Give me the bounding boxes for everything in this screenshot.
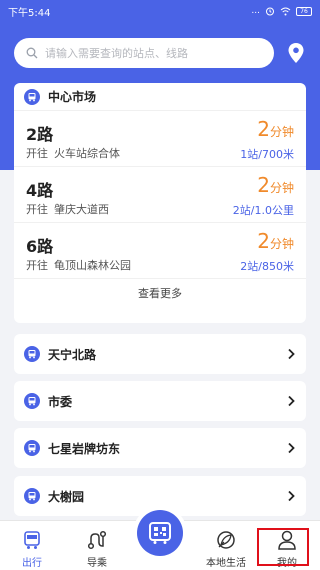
- route-item[interactable]: 2路 开往 火车站综合体 2分钟 1站/700米: [14, 111, 306, 167]
- route-item[interactable]: 6路 开往 龟顶山森林公园 2分钟 2站/850米: [14, 223, 306, 279]
- status-bar: 下午5:44 ... 76: [0, 0, 320, 22]
- chevron-right-icon: [288, 442, 295, 454]
- station-name: 市委: [48, 394, 73, 409]
- battery-icon: 76: [296, 6, 312, 16]
- bus-stop-icon: [24, 88, 40, 105]
- station-card[interactable]: 天宁北路: [14, 334, 306, 374]
- nearby-station-card: 中心市场 2路 开往 火车站综合体 2分钟 1站/700米 4路 开往 肇庆大道西 …: [14, 83, 306, 323]
- bus-stop-icon: [24, 440, 40, 456]
- chevron-right-icon: [288, 490, 295, 502]
- tab-label: 出行: [22, 558, 42, 569]
- tab-guide[interactable]: 导乘: [67, 521, 127, 570]
- route-destination: 火车站综合体: [54, 147, 120, 160]
- tab-local-life[interactable]: 本地生活: [196, 521, 256, 570]
- bus-stop-icon: [24, 488, 40, 504]
- route-item[interactable]: 4路 开往 肇庆大道西 2分钟 2站/1.0公里: [14, 167, 306, 223]
- bus-code-button[interactable]: [137, 510, 183, 556]
- view-more-button[interactable]: 查看更多: [14, 279, 306, 307]
- alarm-icon: [266, 7, 274, 16]
- bus-stop-icon: [24, 346, 40, 362]
- route-eta: 2分钟: [257, 173, 294, 197]
- route-name: 6路: [26, 237, 54, 256]
- station-name: 天宁北路: [48, 347, 97, 362]
- route-go-prefix: 开往: [26, 203, 48, 216]
- bus-stop-icon: [24, 393, 40, 409]
- route-distance: 2站/1.0公里: [232, 204, 294, 217]
- station-card[interactable]: 七星岩牌坊东: [14, 428, 306, 468]
- status-time: 下午5:44: [8, 7, 51, 19]
- search-bar[interactable]: [14, 38, 274, 68]
- route-name: 4路: [26, 181, 54, 200]
- nearby-station-header[interactable]: 中心市场: [14, 83, 306, 111]
- route-destination: 龟顶山森林公园: [54, 259, 131, 272]
- route-guide-icon: [87, 530, 107, 550]
- route-distance: 2站/850米: [240, 260, 294, 273]
- station-card[interactable]: 市委: [14, 381, 306, 421]
- chevron-right-icon: [288, 395, 295, 407]
- route-destination: 肇庆大道西: [54, 203, 109, 216]
- wifi-icon: [280, 7, 291, 15]
- route-go-prefix: 开往: [26, 259, 48, 272]
- route-name: 2路: [26, 125, 54, 144]
- search-icon: [26, 47, 38, 59]
- route-eta: 2分钟: [257, 229, 294, 253]
- route-go-prefix: 开往: [26, 147, 48, 160]
- status-dots: ...: [251, 6, 260, 16]
- nearby-station-name: 中心市场: [48, 90, 97, 104]
- bus-tab-icon: [24, 531, 40, 549]
- route-distance: 1站/700米: [240, 148, 294, 161]
- chevron-right-icon: [288, 348, 295, 360]
- station-name: 大榭园: [48, 489, 85, 504]
- tab-label: 导乘: [87, 558, 107, 569]
- location-pin-icon[interactable]: [287, 42, 305, 64]
- leaf-icon: [217, 531, 235, 549]
- tab-label: 本地生活: [206, 558, 246, 569]
- bus-qr-icon: [149, 522, 171, 544]
- search-input[interactable]: [45, 46, 262, 60]
- station-name: 七星岩牌坊东: [48, 441, 121, 456]
- highlight-box: [257, 528, 309, 566]
- tab-travel[interactable]: 出行: [2, 521, 62, 570]
- route-eta: 2分钟: [257, 117, 294, 141]
